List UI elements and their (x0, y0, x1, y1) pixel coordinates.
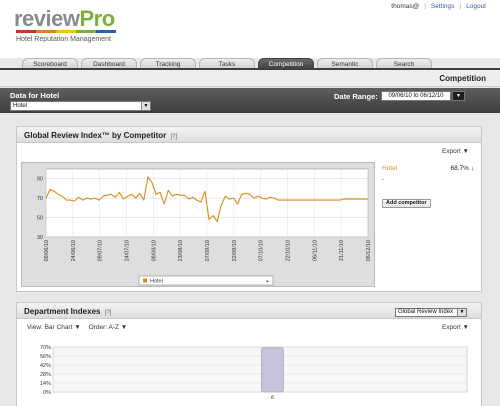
date-range-label: Date Range: (334, 92, 378, 101)
index-type-select[interactable]: Global Review Index ▼ (395, 308, 467, 317)
date-range-input[interactable]: 09/06/10 to 06/12/10 (381, 91, 451, 101)
legend-placeholder-dash: - (382, 177, 384, 183)
header: reviewPro Hotel Reputation Management th… (0, 0, 500, 58)
chevron-down-icon[interactable]: ▼ (457, 309, 466, 316)
page-title: Competition (439, 74, 486, 83)
legend-row-hotel[interactable]: Hotel 68.7% ↓ (382, 165, 476, 174)
chart-legend-label: Hotel (150, 279, 163, 285)
x-tick-label: 21/11/10 (339, 240, 345, 261)
separator: | (424, 3, 426, 10)
department-bar-chart: 70% 56% 42% 28% 14% 0% ô (40, 345, 468, 401)
user-email: thomas@ (391, 3, 420, 10)
legend-hotel-value: 68.7% ↓ (450, 165, 475, 172)
date-range-dropdown-button[interactable]: ▼ (452, 91, 465, 101)
bar-plot-area (52, 346, 468, 393)
page-title-bar: Competition (0, 70, 500, 87)
x-tick-label: 06/12/10 (366, 240, 372, 261)
y-tick-label: 90 (37, 177, 43, 183)
logo-bar-segment (16, 30, 36, 33)
x-tick-label: 22/10/10 (286, 240, 292, 261)
x-tick-label: 22/09/10 (232, 240, 238, 261)
x-tick-label: 09/07/10 (98, 240, 104, 261)
settings-link[interactable]: Settings (431, 3, 455, 10)
add-competitor-button[interactable]: Add competitor (382, 199, 431, 208)
logo-bar-segment (76, 30, 96, 33)
dept-panel-title: Department Indexes [?] (24, 307, 111, 316)
x-tick-label: 24/07/10 (125, 240, 131, 261)
logo-bar-segment (36, 30, 56, 33)
bar-y-tick-label: 14% (40, 381, 51, 387)
gri-panel-title: Global Review Index™ by Competitor [?] (24, 131, 177, 140)
logo-bar-segment (96, 30, 116, 33)
logo-color-bar (16, 30, 116, 33)
view-type-dropdown[interactable]: View: Bar Chart ▼ (27, 324, 81, 331)
department-indexes-panel: Department Indexes [?] Global Review Ind… (16, 302, 482, 406)
view-controls: View: Bar Chart ▼ Order: A-Z ▼ (27, 324, 127, 331)
gri-panel: Global Review Index™ by Competitor [?] E… (16, 126, 482, 292)
data-for-hotel-label: Data for Hotel (10, 91, 60, 100)
x-tick-label: 24/06/10 (71, 240, 77, 261)
dept-title-text: Department Indexes (24, 307, 101, 316)
index-type-select-value: Global Review Index (398, 309, 454, 315)
x-tick-label: 23/08/10 (178, 240, 184, 261)
bar-y-tick-label: 56% (40, 354, 51, 360)
dept-export-button[interactable]: Export ▼ (442, 324, 469, 331)
x-tick-label: 09/06/10 (44, 240, 50, 261)
logo-text-review: review (14, 6, 80, 31)
help-icon[interactable]: [?] (170, 134, 177, 140)
x-tick-label: 07/09/10 (205, 240, 211, 261)
logo-text-pro: Pro (79, 6, 116, 31)
y-tick-label: 70 (37, 196, 43, 202)
chevron-down-icon[interactable]: ▼ (141, 102, 150, 110)
x-tick-label: 07/10/10 (259, 240, 265, 261)
gri-title-text: Global Review Index™ by Competitor (24, 131, 167, 140)
tagline: Hotel Reputation Management (16, 36, 111, 43)
bar-category-label: ô (271, 395, 274, 401)
y-tick-label: 30 (37, 235, 43, 241)
filter-bar: Data for Hotel Hotel ▼ Date Range: 09/06… (0, 88, 500, 113)
legend-hotel-name: Hotel (382, 165, 398, 172)
help-icon[interactable]: [?] (105, 310, 112, 316)
x-tick-label: 06/11/10 (312, 240, 318, 261)
dept-panel-header: Department Indexes [?] Global Review Ind… (17, 303, 481, 319)
order-dropdown[interactable]: Order: A-Z ▼ (89, 324, 128, 331)
logout-link[interactable]: Logout (466, 3, 486, 10)
logo-bar-segment (56, 30, 76, 33)
reviewpro-logo[interactable]: reviewPro (14, 6, 115, 32)
user-bar: thomas@ | Settings | Logout (391, 3, 486, 10)
department-bar (261, 347, 284, 393)
y-tick-label: 50 (37, 216, 43, 222)
gri-export-button[interactable]: Export ▼ (442, 148, 469, 155)
hotel-select[interactable]: Hotel ▼ (10, 101, 151, 111)
gri-chart-svg: 30 50 70 90 09/06/10 24/06/10 09/07/10 24/07/10… (37, 168, 372, 286)
hotel-select-value: Hotel (13, 103, 28, 109)
bar-y-tick-label: 0% (43, 390, 51, 396)
gri-panel-header: Global Review Index™ by Competitor [?] (17, 127, 481, 143)
chart-legend-swatch (143, 278, 147, 283)
gri-line-chart: 30 50 70 90 09/06/10 24/06/10 09/07/10 24/07/10… (21, 162, 375, 287)
bar-y-tick-label: 28% (40, 372, 51, 378)
separator: | (459, 3, 462, 10)
bar-y-tick-label: 70% (40, 345, 51, 351)
bar-y-tick-label: 42% (40, 363, 51, 369)
x-tick-label: 08/08/10 (151, 240, 157, 261)
